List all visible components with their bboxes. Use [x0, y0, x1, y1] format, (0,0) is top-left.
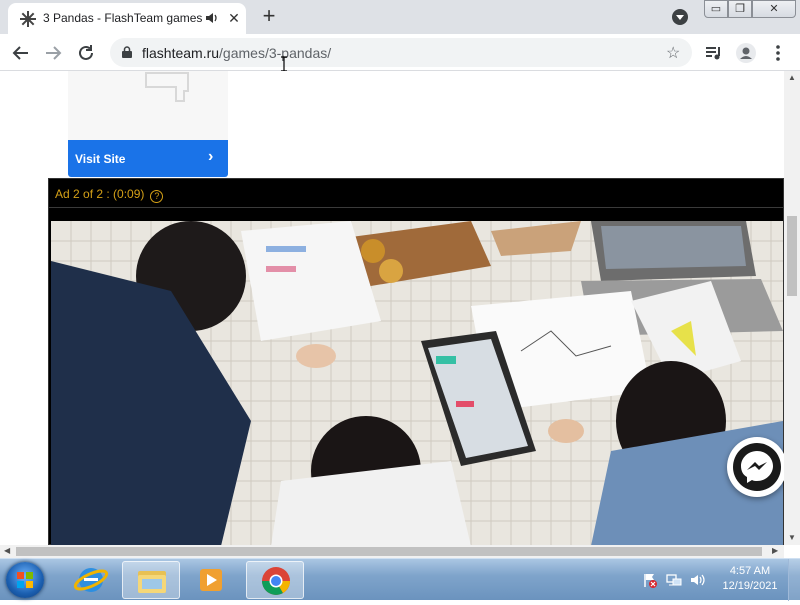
video-ad-player[interactable]: Ad 2 of 2 : (0:09)?: [48, 178, 784, 545]
tab-close-button[interactable]: ✕: [226, 10, 242, 26]
messenger-icon: [733, 443, 781, 491]
back-arrow-icon[interactable]: [10, 42, 32, 64]
maximize-button[interactable]: ❐: [728, 0, 752, 18]
tab-title: 3 Pandas - FlashTeam games: [43, 11, 203, 25]
help-icon[interactable]: ?: [150, 190, 164, 203]
vertical-scroll-thumb[interactable]: [787, 216, 797, 296]
close-window-button[interactable]: ✕: [752, 0, 796, 18]
page-content: Visit Site › Ad 2 of 2 : (0:09)?: [0, 71, 784, 545]
visit-site-label: Visit Site: [75, 152, 126, 166]
media-playlist-icon[interactable]: [704, 43, 724, 63]
start-button[interactable]: [6, 562, 44, 598]
site-favicon-icon: [20, 11, 36, 27]
video-frame[interactable]: [51, 221, 783, 545]
url-text[interactable]: flashteam.ru/games/3-pandas/: [142, 45, 331, 61]
speaker-icon[interactable]: [205, 11, 219, 25]
messenger-chat-button[interactable]: [727, 437, 784, 497]
internet-explorer-icon: [73, 568, 109, 592]
ad-divider: [49, 207, 783, 208]
taskbar-media-player[interactable]: [182, 561, 240, 599]
ad-card: Visit Site ›: [68, 71, 228, 177]
scroll-up-icon[interactable]: ▲: [788, 73, 796, 82]
clock-time: 4:57 AM: [729, 565, 771, 577]
new-tab-button[interactable]: +: [258, 5, 280, 28]
chrome-icon: [262, 567, 290, 595]
address-bar[interactable]: flashteam.ru/games/3-pandas/ ☆: [110, 38, 692, 67]
system-clock[interactable]: 4:57 AM 12/19/2021: [716, 564, 784, 594]
horizontal-scroll-thumb[interactable]: [16, 547, 762, 556]
url-host: flashteam.ru: [142, 45, 220, 61]
action-center-flag-icon[interactable]: [642, 572, 658, 588]
video-still-image: [51, 221, 783, 545]
reload-icon[interactable]: [75, 42, 97, 64]
text-cursor-icon: [281, 56, 287, 72]
tab-strip: 3 Pandas - FlashTeam games ✕ + ▭ ❐ ✕: [0, 0, 800, 34]
chevron-right-icon: ›: [208, 148, 214, 165]
vertical-scrollbar[interactable]: ▲ ▼: [784, 71, 800, 545]
scroll-down-icon[interactable]: ▼: [788, 533, 796, 542]
scroll-right-icon[interactable]: ▶: [772, 546, 778, 555]
folder-icon: [138, 571, 166, 593]
network-icon[interactable]: [666, 572, 682, 588]
volume-icon[interactable]: [690, 572, 706, 588]
horizontal-scrollbar[interactable]: ◀ ▶: [0, 545, 784, 558]
forward-arrow-icon[interactable]: [42, 42, 64, 64]
minimize-button[interactable]: ▭: [704, 0, 728, 18]
clock-date: 12/19/2021: [722, 580, 778, 592]
taskbar-internet-explorer[interactable]: [62, 561, 120, 599]
taskbar-file-explorer[interactable]: [122, 561, 180, 599]
windows-logo-icon: [17, 572, 33, 588]
windows-taskbar: 4:57 AM 12/19/2021: [0, 558, 800, 601]
menu-kebab-icon[interactable]: [768, 43, 788, 63]
ad-placeholder-icon: [145, 72, 189, 102]
media-player-icon: [200, 569, 222, 591]
ad-status: Ad 2 of 2 : (0:09)?: [55, 187, 164, 203]
url-path: /games/3-pandas/: [219, 45, 332, 61]
tab-search-button[interactable]: [672, 9, 688, 25]
profile-avatar-icon[interactable]: [736, 43, 756, 63]
ad-card-image: [68, 71, 228, 140]
taskbar-chrome[interactable]: [246, 561, 304, 599]
scroll-left-icon[interactable]: ◀: [4, 546, 10, 555]
visit-site-button[interactable]: Visit Site ›: [68, 140, 228, 177]
show-desktop-button[interactable]: [788, 559, 800, 601]
bookmark-star-icon[interactable]: ☆: [666, 43, 680, 63]
browser-tab[interactable]: 3 Pandas - FlashTeam games ✕: [8, 3, 246, 34]
browser-toolbar: flashteam.ru/games/3-pandas/ ☆: [0, 34, 800, 71]
lock-icon[interactable]: [122, 46, 132, 58]
ad-status-text: Ad 2 of 2 : (0:09): [55, 187, 145, 201]
